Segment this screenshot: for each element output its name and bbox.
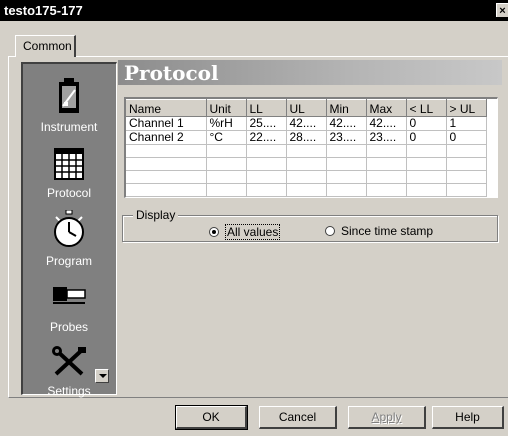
- sidebar-item-label: Program: [45, 254, 92, 268]
- table-cell: 0: [406, 130, 447, 145]
- column-header-name[interactable]: Name: [126, 99, 207, 117]
- display-group: Display All values Since time stamp: [122, 208, 498, 242]
- column-header-min[interactable]: Min: [326, 99, 367, 117]
- table-row[interactable]: Channel 1 %rH 25.... 42.... 42.... 42...…: [126, 116, 487, 131]
- sidebar-item-label: Instrument: [40, 120, 98, 134]
- table-cell: 42....: [286, 116, 327, 131]
- protocol-table[interactable]: Name Unit LL UL Min Max < LL > UL Channe…: [124, 97, 498, 198]
- help-button[interactable]: Help: [432, 406, 504, 429]
- radio-since-time-stamp[interactable]: Since time stamp: [325, 224, 433, 238]
- cancel-button-label: Cancel: [278, 410, 317, 424]
- table-cell: 42....: [366, 116, 407, 131]
- column-header-max[interactable]: Max: [366, 99, 407, 117]
- table-cell: 1: [446, 116, 487, 131]
- apply-button-label: Apply: [371, 410, 402, 424]
- instrument-icon: [59, 78, 79, 113]
- column-header-ul[interactable]: UL: [286, 99, 327, 117]
- table-row-empty: [126, 170, 487, 184]
- sidebar-item-label: Protocol: [46, 186, 92, 200]
- window-title: testo175-177: [4, 3, 83, 18]
- window-titlebar: testo175-177 ×: [0, 0, 508, 21]
- ok-button-label: OK: [202, 410, 220, 424]
- radio-since-time-stamp-label[interactable]: Since time stamp: [341, 224, 433, 238]
- column-header-above-ul[interactable]: > UL: [446, 99, 487, 117]
- settings-tools-icon: [52, 346, 86, 376]
- scroll-down-icon[interactable]: [95, 369, 109, 383]
- table-row[interactable]: Channel 2 °C 22.... 28.... 23.... 23....…: [126, 130, 487, 145]
- table-cell: 28....: [286, 130, 327, 145]
- table-cell: %rH: [206, 116, 247, 131]
- cancel-button[interactable]: Cancel: [259, 406, 337, 429]
- table-cell: 42....: [326, 116, 367, 131]
- table-row-empty: [126, 144, 487, 158]
- sidebar-item-program[interactable]: Program: [23, 210, 115, 268]
- column-header-unit[interactable]: Unit: [206, 99, 247, 117]
- column-header-below-ll[interactable]: < LL: [406, 99, 447, 117]
- probe-icon: [53, 287, 86, 304]
- ok-button[interactable]: OK: [175, 405, 248, 430]
- table-cell: Channel 2: [126, 130, 207, 145]
- sidebar-item-label: Settings: [47, 384, 91, 398]
- table-cell: 25....: [246, 116, 287, 131]
- table-cell: 22....: [246, 130, 287, 145]
- table-cell: 0: [406, 116, 447, 131]
- apply-button[interactable]: Apply: [348, 406, 426, 429]
- table-cell: 0: [446, 130, 487, 145]
- display-group-label: Display: [133, 208, 179, 222]
- table-cell: 23....: [326, 130, 367, 145]
- table-row-empty: [126, 157, 487, 171]
- radio-all-values[interactable]: All values: [209, 224, 281, 240]
- table-cell: 23....: [366, 130, 407, 145]
- table-cell: °C: [206, 130, 247, 145]
- stopwatch-icon: [54, 210, 84, 247]
- protocol-grid-icon: [54, 148, 84, 180]
- sidebar-item-protocol[interactable]: Protocol: [23, 148, 115, 200]
- radio-unselected-icon[interactable]: [325, 226, 335, 236]
- help-button-label: Help: [455, 410, 480, 424]
- column-header-ll[interactable]: LL: [246, 99, 287, 117]
- sidebar-item-probes[interactable]: Probes: [23, 284, 115, 334]
- sidebar: Instrument Protocol Program Probes Setti…: [21, 62, 117, 398]
- page-title: Protocol: [118, 60, 502, 85]
- tab-common[interactable]: Common: [15, 35, 76, 57]
- sidebar-item-label: Probes: [49, 320, 89, 334]
- sidebar-item-instrument[interactable]: Instrument: [23, 78, 115, 134]
- radio-selected-icon[interactable]: [209, 227, 219, 237]
- close-icon[interactable]: ×: [496, 3, 508, 17]
- table-cell: Channel 1: [126, 116, 207, 131]
- radio-all-values-label[interactable]: All values: [225, 224, 281, 240]
- table-row-empty: [126, 183, 487, 197]
